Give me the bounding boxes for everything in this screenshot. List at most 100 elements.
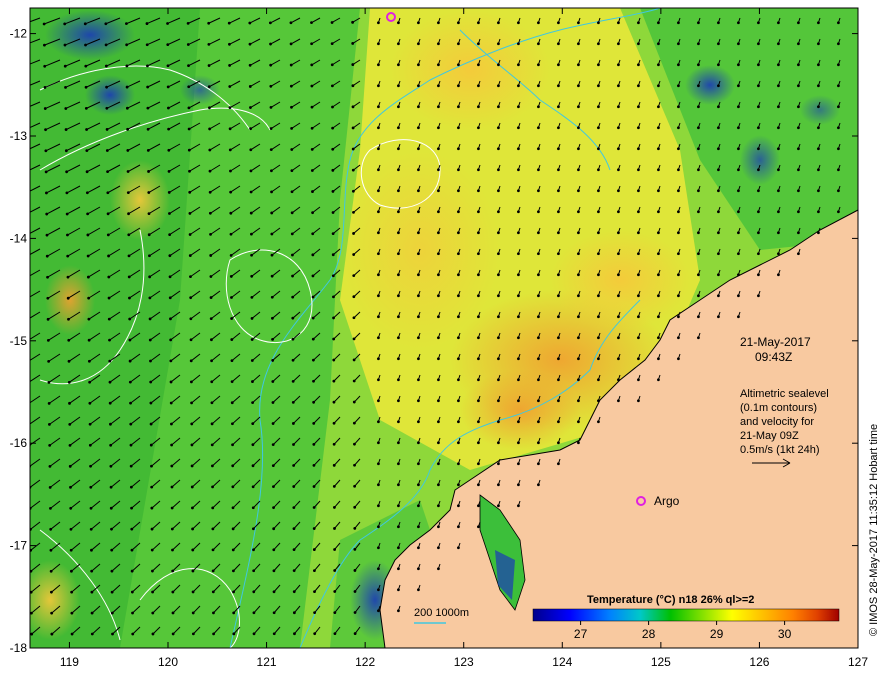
velocity-arrowhead bbox=[290, 211, 294, 215]
velocity-arrowhead bbox=[477, 210, 480, 214]
velocity-arrowhead bbox=[537, 42, 540, 46]
velocity-arrowhead bbox=[417, 252, 420, 256]
velocity-arrowhead bbox=[146, 127, 150, 131]
velocity-arrowhead bbox=[211, 485, 214, 489]
velocity-arrowhead bbox=[377, 63, 380, 67]
velocity-arrowhead bbox=[497, 231, 500, 235]
velocity-arrowhead bbox=[170, 464, 174, 468]
velocity-arrowhead bbox=[417, 567, 420, 571]
velocity-arrowhead bbox=[377, 525, 380, 529]
velocity-arrowhead bbox=[167, 169, 171, 173]
velocity-arrowhead bbox=[657, 315, 660, 319]
velocity-arrowhead bbox=[597, 210, 600, 214]
velocity-arrowhead bbox=[697, 336, 700, 340]
altimetry-line-1: Altimetric sealevel bbox=[740, 388, 829, 400]
velocity-arrowhead bbox=[129, 464, 133, 468]
velocity-arrowhead bbox=[211, 527, 215, 531]
velocity-arrowhead bbox=[231, 485, 235, 489]
velocity-arrowhead bbox=[64, 128, 68, 131]
velocity-arrowhead bbox=[477, 168, 480, 172]
velocity-arrowhead bbox=[457, 42, 460, 46]
velocity-arrowhead bbox=[110, 590, 114, 594]
velocity-arrowhead bbox=[292, 506, 296, 509]
velocity-arrowhead bbox=[817, 168, 820, 172]
velocity-arrowhead bbox=[477, 399, 480, 403]
velocity-arrowhead bbox=[190, 422, 194, 426]
velocity-arrowhead bbox=[191, 632, 195, 636]
velocity-arrowhead bbox=[69, 506, 73, 510]
velocity-arrowhead bbox=[557, 378, 560, 382]
velocity-arrowhead bbox=[697, 273, 700, 277]
lon-tick-label: 124 bbox=[552, 655, 572, 669]
velocity-arrowhead bbox=[577, 315, 580, 319]
velocity-arrowhead bbox=[457, 252, 460, 256]
velocity-arrowhead bbox=[557, 294, 560, 298]
velocity-arrowhead bbox=[231, 527, 235, 531]
velocity-arrowhead bbox=[249, 190, 253, 194]
velocity-arrowhead bbox=[537, 336, 540, 340]
velocity-arrowhead bbox=[457, 504, 460, 508]
velocity-arrowhead bbox=[757, 147, 760, 151]
altimetry-line-5: 0.5m/s (1kt 24h) bbox=[740, 444, 819, 456]
velocity-arrowhead bbox=[86, 212, 90, 216]
velocity-arrowhead bbox=[272, 506, 275, 510]
velocity-arrowhead bbox=[377, 378, 380, 382]
velocity-arrowhead bbox=[757, 273, 760, 277]
velocity-arrowhead bbox=[129, 401, 132, 405]
velocity-arrowhead bbox=[289, 84, 293, 88]
velocity-arrowhead bbox=[817, 21, 820, 25]
velocity-arrowhead bbox=[717, 189, 720, 193]
velocity-arrowhead bbox=[66, 275, 70, 279]
velocity-arrowhead bbox=[837, 42, 840, 46]
velocity-arrowhead bbox=[150, 548, 154, 552]
velocity-arrowhead bbox=[312, 421, 316, 425]
velocity-arrowhead bbox=[289, 21, 293, 25]
velocity-arrowhead bbox=[797, 105, 800, 109]
velocity-arrowhead bbox=[637, 399, 640, 403]
velocity-arrowhead bbox=[377, 546, 380, 550]
velocity-arrowhead bbox=[151, 569, 154, 573]
velocity-arrowhead bbox=[757, 42, 760, 46]
velocity-arrowhead bbox=[353, 611, 357, 614]
velocity-arrowhead bbox=[497, 483, 500, 487]
velocity-arrowhead bbox=[657, 357, 660, 361]
velocity-arrowhead bbox=[333, 548, 336, 551]
velocity-arrowhead bbox=[63, 43, 67, 47]
velocity-arrowhead bbox=[777, 210, 780, 214]
velocity-arrowhead bbox=[171, 590, 175, 594]
velocity-arrowhead bbox=[27, 339, 30, 342]
velocity-arrowhead bbox=[271, 316, 274, 320]
velocity-arrowhead bbox=[148, 338, 152, 342]
velocity-arrowhead bbox=[168, 233, 172, 236]
velocity-arrowhead bbox=[797, 252, 800, 256]
velocity-arrowhead bbox=[271, 359, 275, 362]
velocity-arrowhead bbox=[477, 483, 480, 487]
velocity-arrowhead bbox=[777, 105, 780, 109]
velocity-arrowhead bbox=[272, 548, 276, 552]
velocity-arrowhead bbox=[577, 42, 580, 46]
velocity-arrowhead bbox=[48, 422, 51, 426]
velocity-arrowhead bbox=[313, 590, 316, 594]
velocity-arrowhead bbox=[477, 420, 480, 424]
velocity-arrowhead bbox=[353, 590, 357, 593]
velocity-arrowhead bbox=[353, 505, 357, 509]
velocity-arrowhead bbox=[211, 590, 215, 594]
velocity-arrowhead bbox=[311, 274, 315, 278]
velocity-arrowhead bbox=[249, 169, 253, 173]
velocity-arrowhead bbox=[171, 611, 175, 615]
sst-map: Argo 21-May-2017 09:43Z Altimetric seale… bbox=[10, 7, 880, 669]
velocity-arrowhead bbox=[70, 569, 73, 573]
velocity-arrowhead bbox=[577, 336, 580, 340]
velocity-arrowhead bbox=[289, 42, 293, 46]
velocity-arrowhead bbox=[697, 147, 700, 151]
velocity-arrowhead bbox=[417, 147, 420, 151]
velocity-arrowhead bbox=[229, 190, 233, 194]
velocity-arrowhead bbox=[332, 379, 336, 383]
velocity-arrowhead bbox=[717, 231, 720, 235]
velocity-arrowhead bbox=[617, 147, 620, 151]
velocity-arrowhead bbox=[148, 317, 152, 321]
velocity-arrowhead bbox=[207, 43, 211, 46]
velocity-arrowhead bbox=[88, 380, 92, 384]
velocity-arrowhead bbox=[353, 484, 357, 488]
velocity-arrowhead bbox=[207, 85, 211, 89]
